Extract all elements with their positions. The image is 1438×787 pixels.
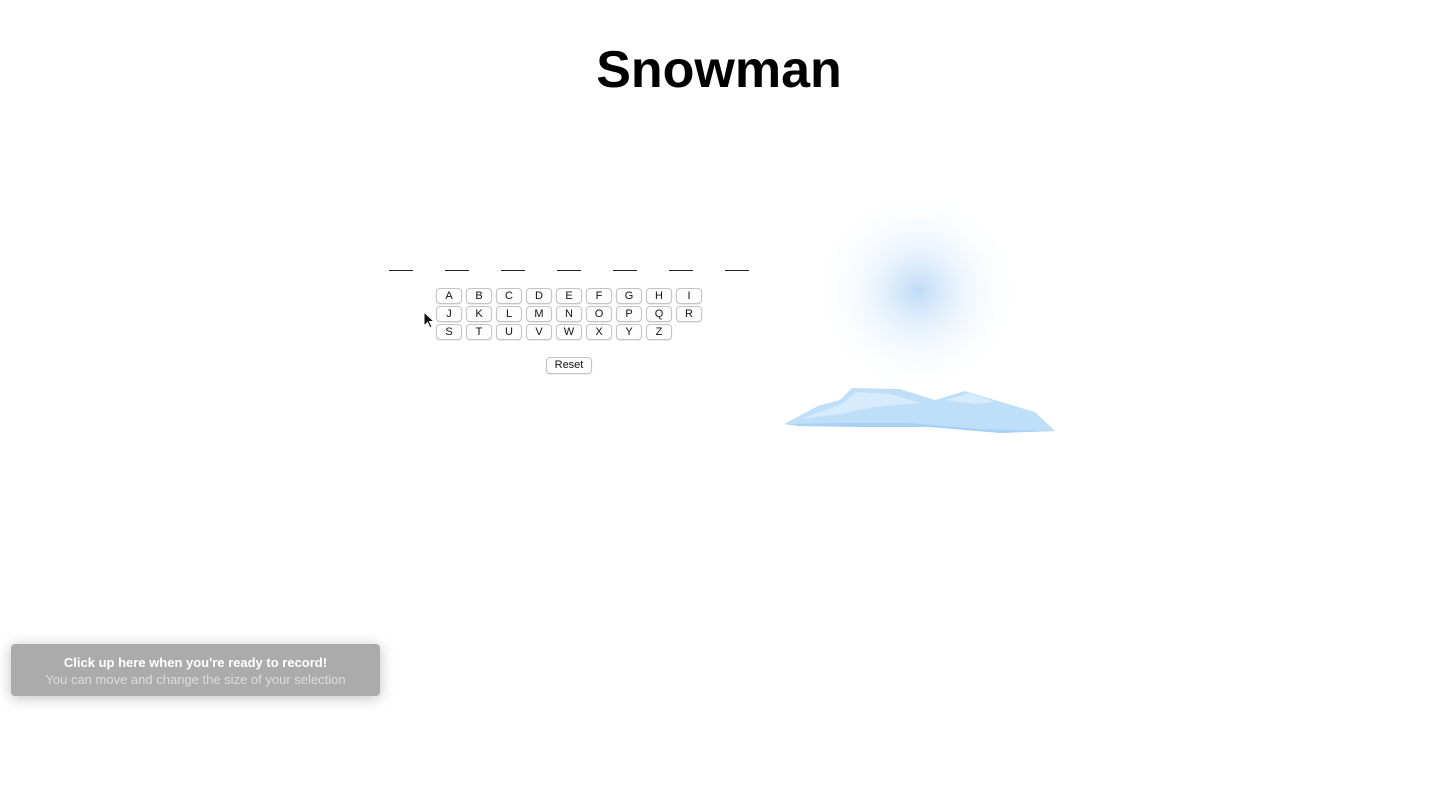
letter-slot <box>445 257 469 271</box>
letter-key-u[interactable]: U <box>496 324 522 340</box>
record-banner-subtitle: You can move and change the size of your… <box>45 672 346 687</box>
letter-key-q[interactable]: Q <box>646 306 672 322</box>
letter-key-y[interactable]: Y <box>616 324 642 340</box>
letter-slot <box>389 257 413 271</box>
letter-slot <box>501 257 525 271</box>
letter-key-r[interactable]: R <box>676 306 702 322</box>
letter-key-f[interactable]: F <box>586 288 612 304</box>
letter-key-p[interactable]: P <box>616 306 642 322</box>
record-banner-title: Click up here when you're ready to recor… <box>63 655 328 670</box>
letter-slot <box>613 257 637 271</box>
letter-key-b[interactable]: B <box>466 288 492 304</box>
letter-slot <box>557 257 581 271</box>
record-banner[interactable]: Click up here when you're ready to recor… <box>11 644 380 696</box>
letter-key-s[interactable]: S <box>436 324 462 340</box>
letter-key-l[interactable]: L <box>496 306 522 322</box>
letter-key-v[interactable]: V <box>526 324 552 340</box>
letter-key-k[interactable]: K <box>466 306 492 322</box>
letter-key-m[interactable]: M <box>526 306 552 322</box>
letter-keyboard: ABCDEFGHIJKLMNOPQRSTUVWXYZ <box>436 288 706 342</box>
letter-key-h[interactable]: H <box>646 288 672 304</box>
letter-key-g[interactable]: G <box>616 288 642 304</box>
letter-key-d[interactable]: D <box>526 288 552 304</box>
letter-key-z[interactable]: Z <box>646 324 672 340</box>
letter-slot <box>669 257 693 271</box>
snow-glow <box>814 187 1022 395</box>
word-slots <box>389 257 781 271</box>
reset-button[interactable]: Reset <box>546 357 592 374</box>
arrow-cursor-icon <box>423 311 435 329</box>
letter-key-t[interactable]: T <box>466 324 492 340</box>
letter-key-e[interactable]: E <box>556 288 582 304</box>
snowman-scene <box>784 187 1055 433</box>
keyboard-row: JKLMNOPQR <box>436 306 706 324</box>
letter-key-x[interactable]: X <box>586 324 612 340</box>
keyboard-row: ABCDEFGHI <box>436 288 706 306</box>
letter-key-n[interactable]: N <box>556 306 582 322</box>
letter-key-w[interactable]: W <box>556 324 582 340</box>
letter-key-a[interactable]: A <box>436 288 462 304</box>
page-title: Snowman <box>596 41 842 99</box>
keyboard-row: STUVWXYZ <box>436 324 706 342</box>
letter-key-j[interactable]: J <box>436 306 462 322</box>
letter-slot <box>725 257 749 271</box>
letter-key-i[interactable]: I <box>676 288 702 304</box>
letter-key-o[interactable]: O <box>586 306 612 322</box>
letter-key-c[interactable]: C <box>496 288 522 304</box>
